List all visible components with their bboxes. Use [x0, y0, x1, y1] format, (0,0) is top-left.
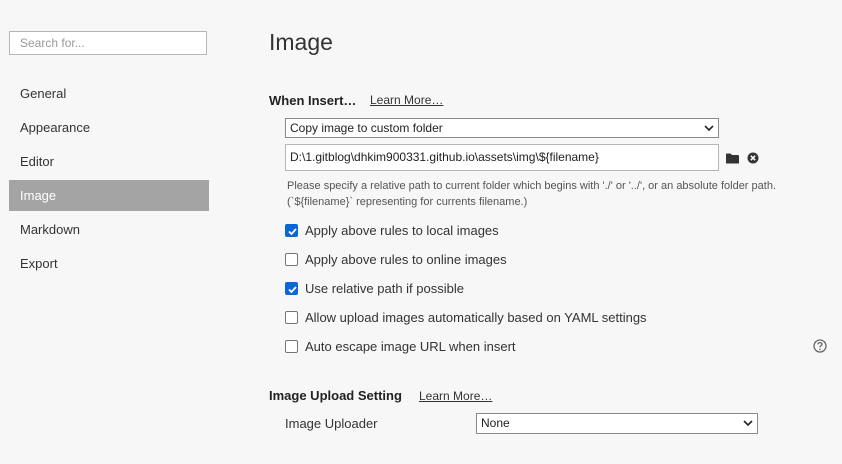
when-insert-learn-more-link[interactable]: Learn More…: [370, 93, 443, 107]
sidebar-item-editor[interactable]: Editor: [9, 146, 209, 177]
sidebar-item-markdown[interactable]: Markdown: [9, 214, 209, 245]
upload-learn-more-link[interactable]: Learn More…: [419, 389, 492, 403]
sidebar-item-image[interactable]: Image: [9, 180, 209, 211]
option-label: Auto escape image URL when insert: [305, 339, 516, 354]
insert-action-select[interactable]: Copy image to custom folder: [285, 118, 719, 138]
image-uploader-select[interactable]: None: [476, 413, 758, 434]
image-upload-heading: Image Upload Setting: [269, 388, 402, 403]
chevron-down-icon: [704, 125, 714, 132]
when-insert-heading: When Insert…: [269, 93, 357, 108]
checkbox[interactable]: [285, 253, 298, 266]
sidebar-item-export[interactable]: Export: [9, 248, 209, 279]
folder-icon[interactable]: [726, 153, 739, 164]
sidebar-item-general[interactable]: General: [9, 78, 209, 109]
checkbox[interactable]: [285, 282, 298, 295]
sidebar-item-appearance[interactable]: Appearance: [9, 112, 209, 143]
chevron-down-icon: [743, 420, 753, 427]
settings-panel: Image When Insert… Learn More… Copy imag…: [269, 0, 842, 464]
checkbox[interactable]: [285, 224, 298, 237]
help-icon[interactable]: [813, 339, 827, 353]
checkbox[interactable]: [285, 340, 298, 353]
option-label: Apply above rules to online images: [305, 252, 507, 267]
sidebar: General Appearance Editor Image Markdown…: [0, 0, 230, 464]
checkmark-icon: [288, 228, 297, 236]
checkmark-icon: [288, 286, 297, 294]
option-label: Allow upload images automatically based …: [305, 310, 647, 325]
page-title: Image: [269, 29, 333, 55]
custom-folder-path-field[interactable]: D:\1.gitblog\dhkim900331.github.io\asset…: [285, 144, 719, 171]
option-label: Use relative path if possible: [305, 281, 464, 296]
checkbox[interactable]: [285, 311, 298, 324]
insert-action-value: Copy image to custom folder: [290, 121, 443, 135]
image-uploader-value: None: [481, 416, 510, 430]
image-uploader-label: Image Uploader: [285, 416, 378, 431]
option-label: Apply above rules to local images: [305, 223, 499, 238]
folder-path-hint: Please specify a relative path to curren…: [287, 180, 776, 208]
clear-icon[interactable]: [747, 152, 759, 164]
search-input[interactable]: [9, 31, 207, 55]
